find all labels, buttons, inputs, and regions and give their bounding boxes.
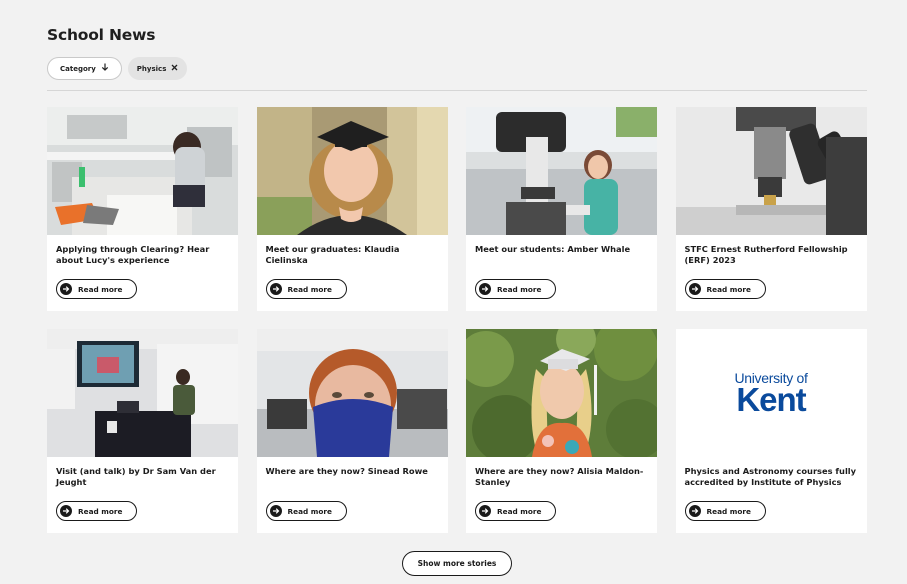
- news-grid: Applying through Clearing? Hear about Lu…: [47, 107, 867, 533]
- arrow-right-circle-icon: [60, 283, 72, 295]
- read-more-label: Read more: [706, 506, 751, 516]
- news-card-title[interactable]: STFC Ernest Rutherford Fellowship (ERF) …: [685, 244, 861, 265]
- arrow-right-circle-icon: [688, 505, 701, 517]
- news-card[interactable]: Where are they now? Sinead Rowe Read mor…: [256, 329, 448, 533]
- news-card-image[interactable]: [256, 107, 448, 235]
- read-more-button[interactable]: Read more: [684, 279, 766, 299]
- read-more-button[interactable]: Read more: [475, 279, 556, 299]
- news-card[interactable]: Where are they now? Alisia Maldon-Stanle…: [466, 329, 657, 533]
- news-card-image[interactable]: [256, 329, 448, 457]
- read-more-label: Read more: [78, 284, 123, 294]
- read-more-button[interactable]: Read more: [265, 279, 347, 299]
- arrow-right-circle-icon: [60, 505, 72, 517]
- news-card-title[interactable]: Where are they now? Alisia Maldon-Stanle…: [475, 466, 651, 487]
- read-more-button[interactable]: Read more: [684, 501, 766, 521]
- news-card-image[interactable]: University of Kent: [675, 329, 867, 457]
- news-card-title[interactable]: Where are they now? Sinead Rowe: [266, 466, 442, 477]
- read-more-label: Read more: [497, 284, 542, 294]
- news-card-image[interactable]: [466, 329, 657, 457]
- news-card-title[interactable]: Applying through Clearing? Hear about Lu…: [56, 244, 232, 265]
- arrow-right-circle-icon: [479, 505, 491, 517]
- news-card[interactable]: Visit (and talk) by Dr Sam Van der Jeugh…: [47, 329, 238, 533]
- read-more-label: Read more: [287, 506, 332, 516]
- news-card-image[interactable]: [675, 107, 867, 235]
- page-title: School News: [47, 26, 156, 44]
- category-filter-label: Category: [60, 64, 96, 73]
- show-more-button[interactable]: Show more stories: [402, 551, 512, 576]
- news-card-image[interactable]: [47, 329, 238, 457]
- active-filter-tag[interactable]: Physics: [127, 57, 188, 80]
- news-card[interactable]: Meet our graduates: Klaudia Cielinska Re…: [256, 107, 448, 311]
- news-card[interactable]: University of Kent Physics and Astronomy…: [675, 329, 867, 533]
- news-card-image[interactable]: [47, 107, 238, 235]
- news-card-image[interactable]: [466, 107, 657, 235]
- close-icon[interactable]: [171, 64, 178, 74]
- active-filter-label: Physics: [136, 64, 167, 73]
- university-logo-wordmark: Kent: [736, 381, 806, 418]
- arrow-right-circle-icon: [269, 505, 282, 517]
- read-more-button[interactable]: Read more: [475, 501, 556, 521]
- category-filter-button[interactable]: Category: [47, 57, 122, 80]
- news-card-title[interactable]: Meet our students: Amber Whale: [475, 244, 651, 255]
- read-more-button[interactable]: Read more: [56, 279, 137, 299]
- read-more-button[interactable]: Read more: [56, 501, 137, 521]
- arrow-right-circle-icon: [269, 283, 282, 295]
- read-more-label: Read more: [78, 506, 123, 516]
- read-more-label: Read more: [497, 506, 542, 516]
- arrow-right-circle-icon: [688, 283, 701, 295]
- filter-bar: Category Physics: [47, 57, 188, 80]
- read-more-button[interactable]: Read more: [265, 501, 347, 521]
- read-more-label: Read more: [706, 284, 751, 294]
- news-card-title[interactable]: Meet our graduates: Klaudia Cielinska: [266, 244, 442, 265]
- news-card-title[interactable]: Physics and Astronomy courses fully accr…: [685, 466, 861, 487]
- arrow-right-circle-icon: [479, 283, 491, 295]
- news-card[interactable]: Applying through Clearing? Hear about Lu…: [47, 107, 238, 311]
- arrow-down-icon: [101, 63, 109, 74]
- read-more-label: Read more: [287, 284, 332, 294]
- news-card-title[interactable]: Visit (and talk) by Dr Sam Van der Jeugh…: [56, 466, 232, 487]
- divider: [47, 90, 867, 91]
- news-card[interactable]: Meet our students: Amber Whale Read more: [466, 107, 657, 311]
- news-card[interactable]: STFC Ernest Rutherford Fellowship (ERF) …: [675, 107, 867, 311]
